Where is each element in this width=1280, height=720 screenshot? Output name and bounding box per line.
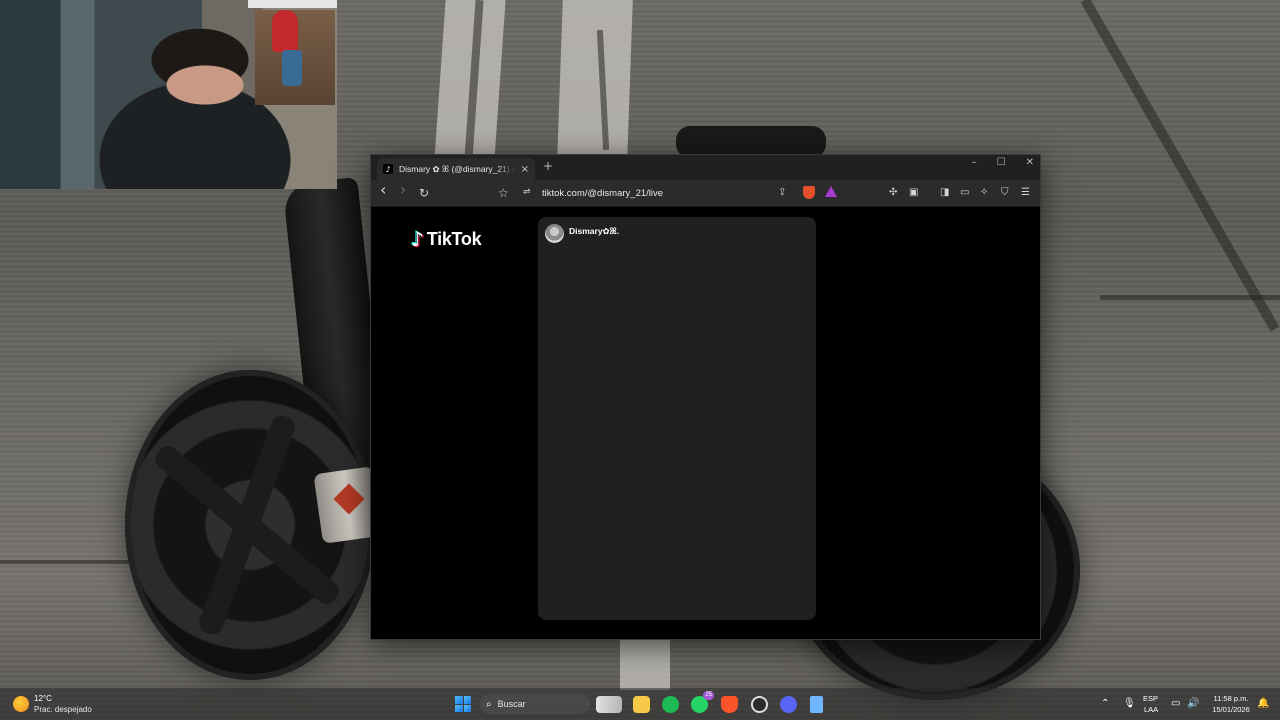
- tiktok-live-page: ♪ TikTok Dismary✿ꕤ.: [371, 208, 1040, 639]
- live-host-name[interactable]: Dismary✿ꕤ.: [569, 226, 619, 237]
- tab-tiktok-live[interactable]: ♪ Dismary ✿ ꕤ (@dismary_21) en TikTok LI…: [377, 158, 535, 180]
- address-bar[interactable]: tiktok.com/@dismary_21/live: [542, 188, 663, 199]
- browser-window: ♪ Dismary ✿ ꕤ (@dismary_21) en TikTok LI…: [370, 154, 1041, 640]
- browser-toolbar: ‹ › ↻ ☆ ⇌ tiktok.com/@dismary_21/live ⇪ …: [371, 180, 1040, 207]
- clock-time[interactable]: 11:58 p.m.: [1208, 694, 1254, 704]
- forward-button[interactable]: ›: [400, 182, 406, 198]
- search-placeholder: Buscar: [497, 699, 526, 709]
- language-indicator[interactable]: ESP: [1143, 694, 1158, 704]
- brave-shield-icon[interactable]: [803, 186, 815, 199]
- tiktok-logo[interactable]: ♪ TikTok: [411, 227, 482, 251]
- close-window-button[interactable]: ✕: [1026, 157, 1034, 168]
- whatsapp-badge: 25: [703, 691, 714, 700]
- screenshot-icon[interactable]: ▣: [909, 187, 918, 198]
- back-button[interactable]: ‹: [380, 182, 386, 198]
- tab-bar: ♪ Dismary ✿ ꕤ (@dismary_21) en TikTok LI…: [371, 155, 1040, 180]
- volume-icon[interactable]: 🔊: [1187, 698, 1199, 709]
- obs-icon[interactable]: [751, 696, 768, 713]
- tab-title: Dismary ✿ ꕤ (@dismary_21) en TikTok LIVE: [399, 163, 515, 174]
- taskbar-app-widget[interactable]: [596, 696, 622, 713]
- discord-icon[interactable]: [780, 696, 797, 713]
- weather-temperature[interactable]: 12°C: [34, 694, 52, 703]
- notification-bell-icon[interactable]: 🔔: [1257, 698, 1269, 709]
- webcam-overlay: [0, 0, 337, 189]
- tiktok-logo-text: TikTok: [426, 228, 482, 249]
- whatsapp-icon[interactable]: 25: [691, 691, 714, 713]
- clock-date[interactable]: 15/01/2026: [1208, 705, 1254, 715]
- weather-sun-icon[interactable]: [13, 696, 29, 712]
- notepad-icon[interactable]: [810, 696, 823, 713]
- tiktok-note-icon: ♪: [411, 227, 424, 251]
- maximize-button[interactable]: ☐: [997, 157, 1006, 168]
- window-controls: – ☐ ✕: [972, 157, 1034, 168]
- menu-icon[interactable]: ☰: [1021, 187, 1030, 198]
- tiktok-favicon-icon: ♪: [383, 164, 393, 174]
- vpn-icon[interactable]: ⛉: [1001, 187, 1009, 198]
- wallet-icon[interactable]: ▭: [960, 187, 969, 198]
- sidebar-icon[interactable]: ◨: [940, 187, 949, 198]
- spotify-icon[interactable]: [662, 696, 679, 713]
- webcam-light: [248, 0, 337, 8]
- live-video-player[interactable]: Dismary✿ꕤ.: [538, 217, 816, 620]
- webcam-red-object: [272, 10, 298, 52]
- search-icon: ⌕: [486, 698, 492, 710]
- new-tab-button[interactable]: +: [543, 159, 553, 173]
- brave-rewards-icon[interactable]: [825, 186, 837, 197]
- file-explorer-icon[interactable]: [633, 696, 650, 713]
- taskbar-search[interactable]: ⌕ Buscar: [480, 694, 590, 714]
- minimize-button[interactable]: –: [972, 157, 977, 168]
- bookmark-button[interactable]: ☆: [498, 186, 509, 200]
- weather-description[interactable]: Prac. despejado: [34, 705, 92, 714]
- extensions-icon[interactable]: ✣: [889, 187, 897, 198]
- reload-button[interactable]: ↻: [419, 186, 429, 200]
- start-button[interactable]: [455, 696, 471, 712]
- tab-close-icon[interactable]: ×: [521, 164, 529, 175]
- webcam-blue-object: [282, 50, 302, 86]
- share-icon[interactable]: ⇪: [778, 187, 786, 198]
- brave-browser-icon[interactable]: [721, 696, 738, 713]
- leo-ai-icon[interactable]: ✧: [980, 187, 988, 198]
- site-info-icon[interactable]: ⇌: [523, 187, 531, 197]
- chevron-up-icon[interactable]: ⌃: [1101, 698, 1109, 709]
- avatar[interactable]: [545, 224, 564, 243]
- taskbar: 12°C Prac. despejado ⌕ Buscar 25 ⌃ 🎙 ESP…: [0, 688, 1280, 720]
- keyboard-layout[interactable]: LAA: [1144, 705, 1158, 715]
- network-icon[interactable]: ▭: [1171, 698, 1180, 709]
- microphone-icon[interactable]: 🎙: [1123, 698, 1136, 709]
